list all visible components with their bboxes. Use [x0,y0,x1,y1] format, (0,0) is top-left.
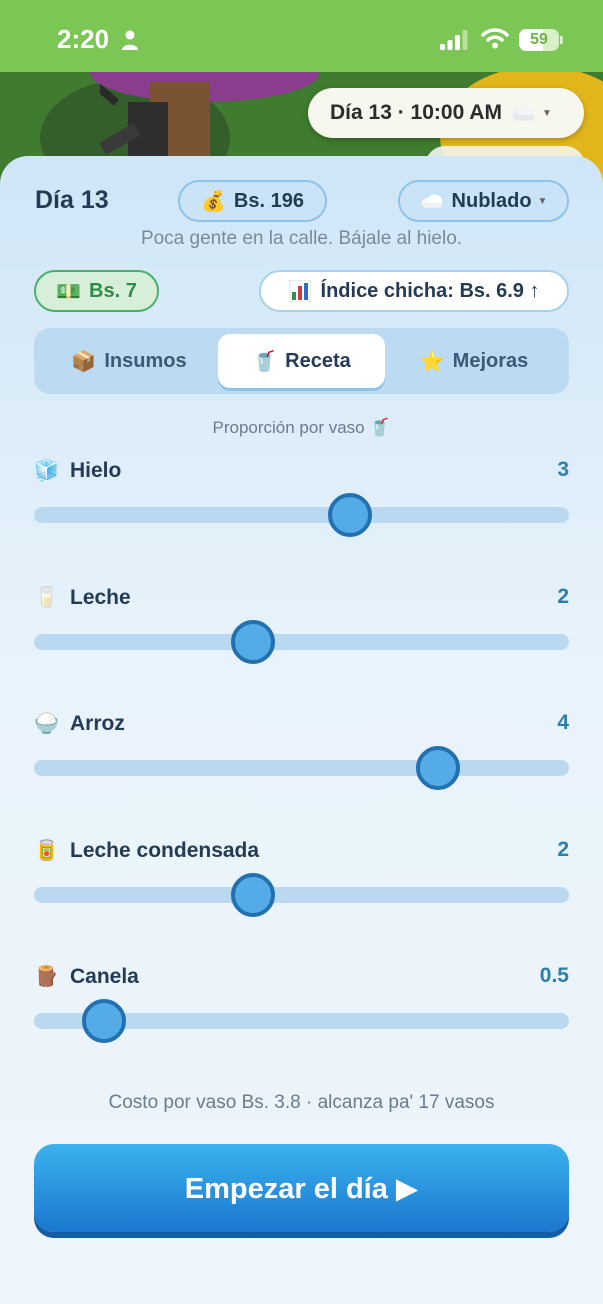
day-label: Día 13 [35,186,109,214]
wifi-icon [481,28,509,49]
weather-selector[interactable]: Nublado ▼ [398,180,569,222]
slider-track[interactable] [34,507,569,523]
ingredient-row-hielo: 🧊 Hielo 3 [34,458,569,538]
ice-icon: 🧊 [34,460,59,482]
money-bag-icon: 💰 [201,190,226,213]
milk-icon: 🥛 [34,587,59,609]
money-amount: Bs. 196 [233,189,304,212]
tab-label: Insumos [104,349,187,372]
battery-level: 59 [530,31,548,48]
signal-icon [440,30,468,50]
ingredient-name: Hielo [70,458,122,482]
chicha-index-pill[interactable]: Índice chicha: Bs. 6.9 ↑ [259,270,569,312]
ingredient-row-leche: 🥛 Leche 2 [34,585,569,665]
ingredient-name: Arroz [70,711,125,735]
day-time-pill[interactable]: Día 13 · 10:00 AM ▼ [308,88,584,138]
star-icon: ⭐ [419,350,445,373]
tab-mejoras[interactable]: ⭐ Mejoras [389,334,559,388]
start-day-button[interactable]: Empezar el día ▶ [34,1144,569,1232]
tab-bar: 📦 Insumos 🥤 Receta ⭐ Mejoras [34,328,569,394]
cash-pill: 💵 Bs. 7 [34,270,159,312]
slider-knob[interactable] [327,493,372,537]
ingredient-row-leche-condensada: 🥫 Leche condensada 2 [34,838,569,918]
weather-hint: Poca gente en la calle. Bájale al hielo. [140,228,463,249]
chicha-index-label: Índice chicha: Bs. 6.9 ↑ [320,279,540,302]
ingredient-row-canela: 🪵 Canela 0.5 [34,964,569,1044]
ingredient-value: 4 [557,711,569,734]
cloud-icon [421,194,442,208]
ingredient-name: Canela [70,964,139,988]
package-icon: 📦 [71,350,97,373]
status-time: 2:20 [57,24,110,54]
cost-per-cup: Costo por vaso Bs. 3.8 · alcanza pa' 17 … [108,1092,495,1113]
banknote-icon: 💵 [56,280,82,303]
ingredient-row-arroz: 🍚 Arroz 4 [34,711,569,791]
tab-label: Mejoras [452,349,529,372]
cup-icon: 🥤 [252,350,278,373]
ingredient-value: 2 [557,838,569,861]
can-icon: 🥫 [34,840,59,862]
ingredient-value: 3 [557,458,569,481]
cloud-icon [511,106,534,121]
ingredient-value: 0.5 [539,964,569,987]
tab-label: Receta [285,349,351,372]
ingredient-value: 2 [557,585,569,608]
day-time-text: Día 13 · 10:00 AM [330,101,502,124]
recipe-panel: Día 13 💰 Bs. 196 Nublado ▼ Poca gente en… [0,156,603,1304]
money-pill: 💰 Bs. 196 [178,180,327,222]
slider-knob[interactable] [231,620,276,664]
bar-chart-icon [288,280,311,302]
status-bar: 2:20 59 [0,0,603,72]
rice-icon: 🍚 [34,713,59,735]
person-icon [122,30,138,50]
ingredient-name: Leche [70,585,131,609]
proportion-label: Proporción por vaso 🥤 [212,418,391,437]
slider-knob[interactable] [231,873,276,917]
battery-indicator: 59 [519,29,563,51]
cash-amount: Bs. 7 [89,279,137,302]
slider-knob[interactable] [416,746,461,790]
chevron-down-icon: ▼ [537,195,548,207]
weather-label: Nublado [451,189,532,212]
slider-track[interactable] [34,634,569,650]
slider-track[interactable] [34,760,569,776]
cinnamon-icon: 🪵 [34,966,59,988]
slider-knob[interactable] [81,999,126,1043]
slider-track[interactable] [34,887,569,903]
tab-receta[interactable]: 🥤 Receta [218,334,385,388]
ingredient-name: Leche condensada [70,838,260,862]
chevron-down-icon: ▼ [541,107,552,119]
tab-insumos[interactable]: 📦 Insumos [44,334,214,388]
